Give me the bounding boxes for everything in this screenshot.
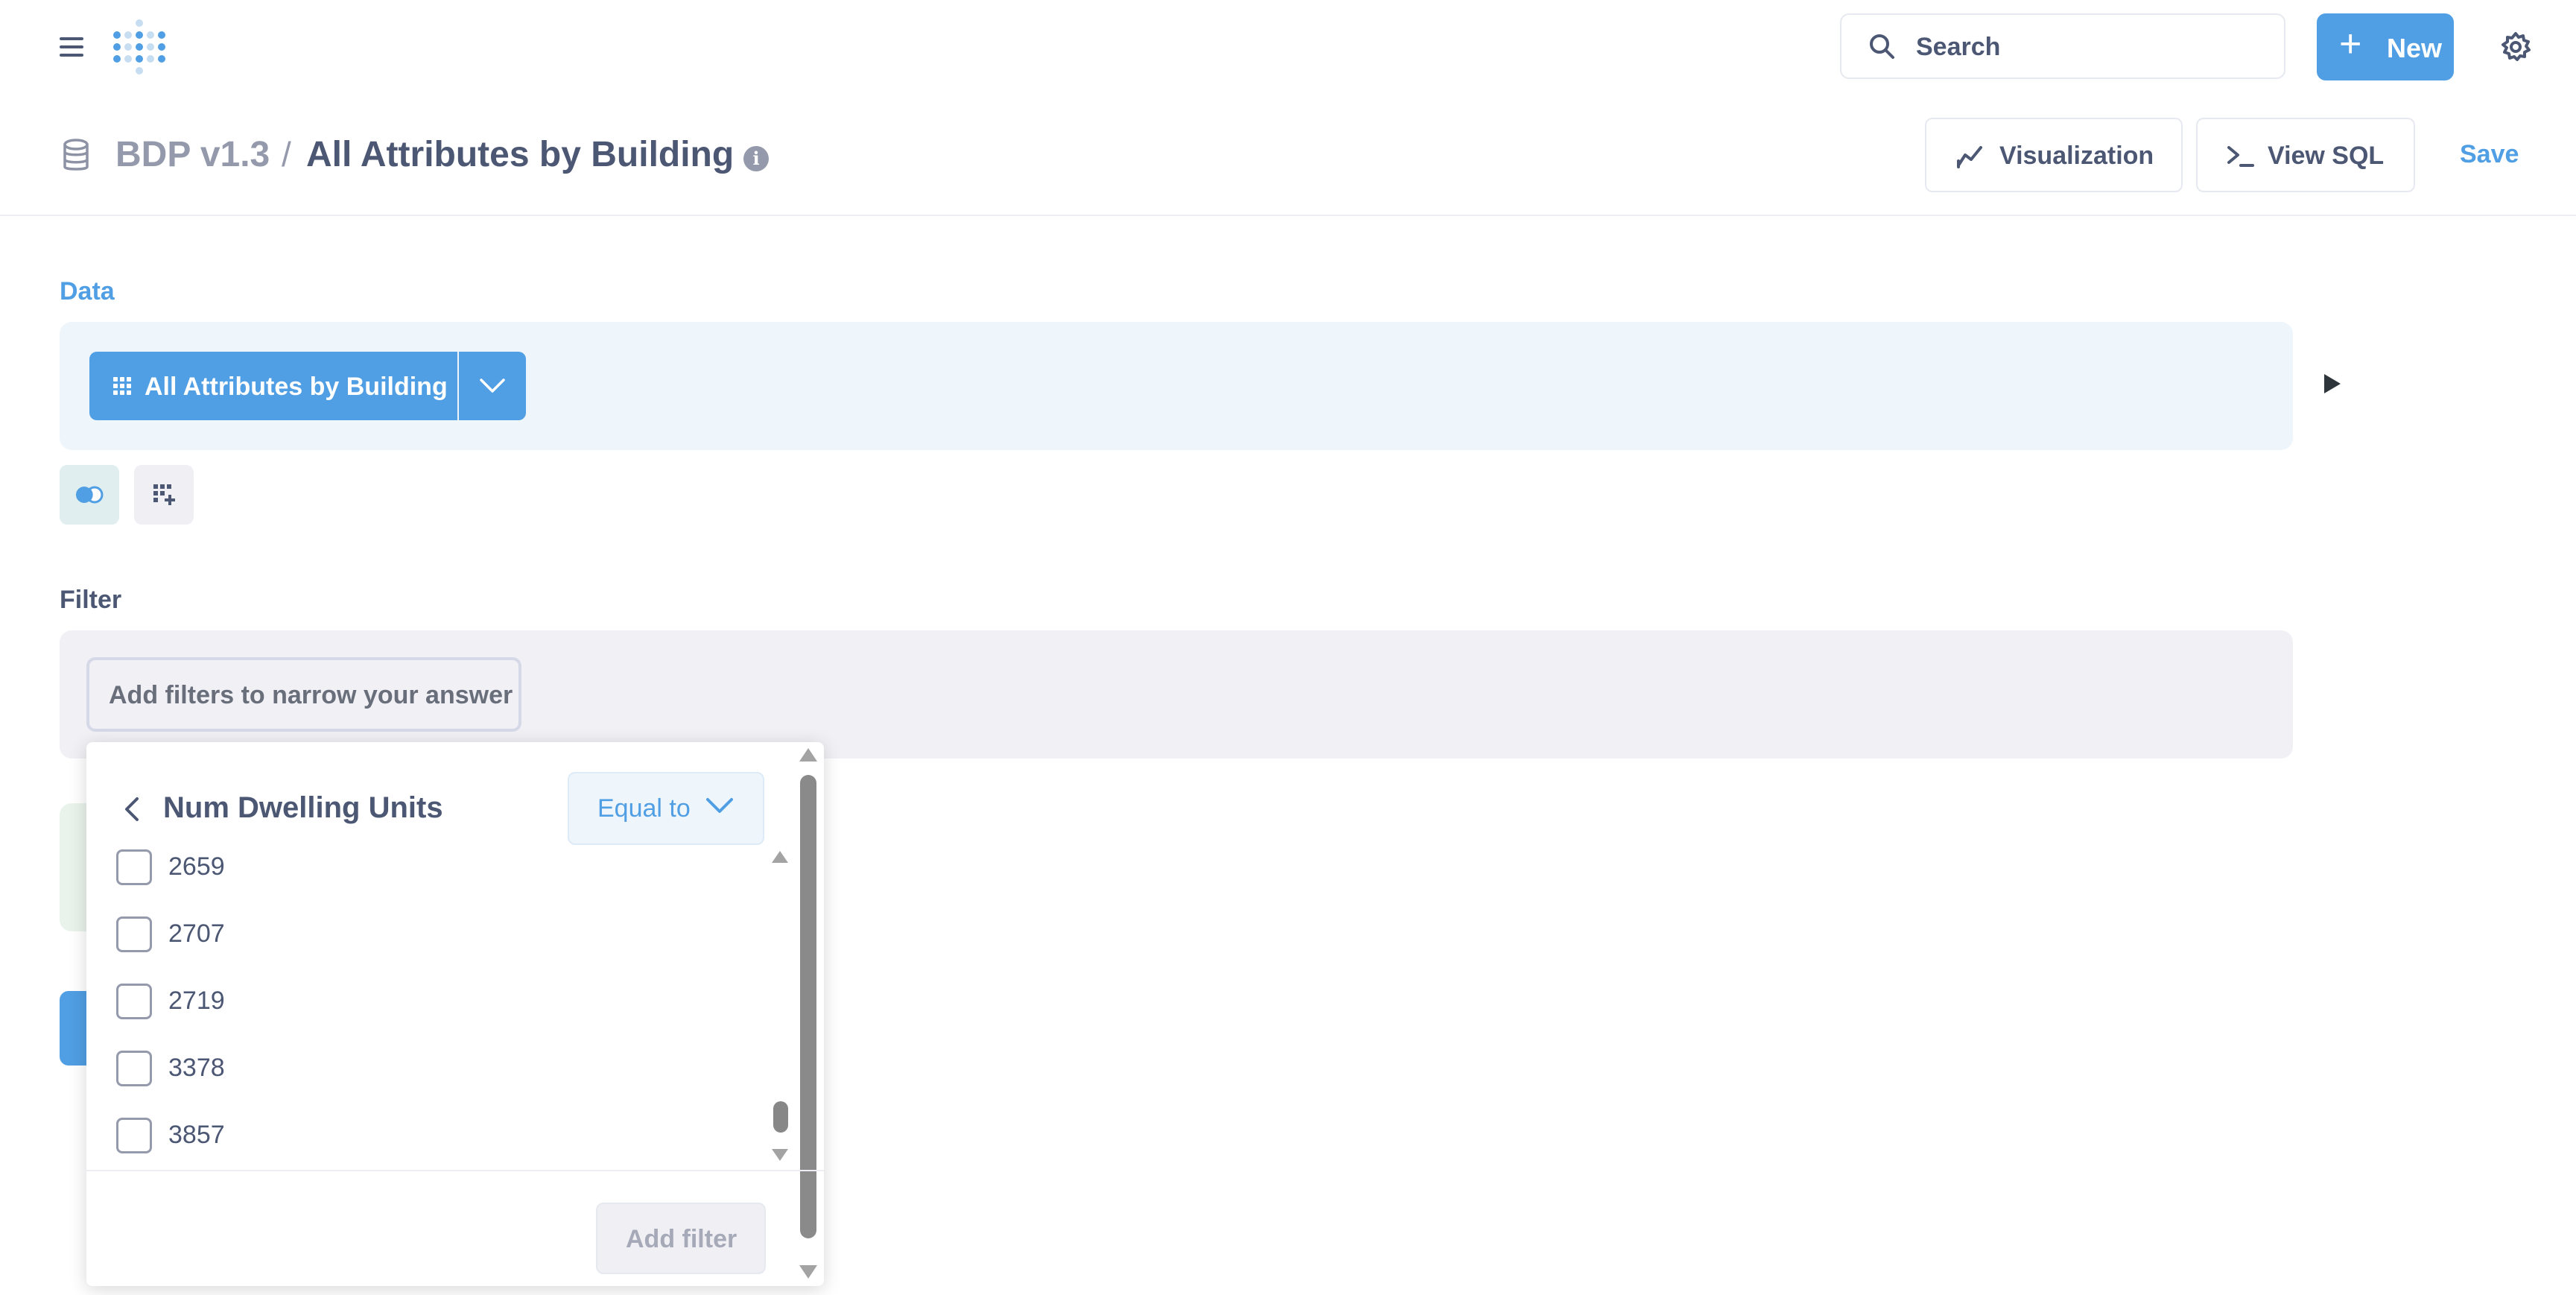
line-chart-icon <box>1957 146 1982 168</box>
visualize-button[interactable] <box>60 991 89 1066</box>
popover-scroll-up-arrow[interactable] <box>799 748 817 762</box>
value-checkbox[interactable] <box>116 984 152 1019</box>
view-sql-label: View SQL <box>2268 142 2385 170</box>
list-item[interactable]: 2707 <box>116 902 757 969</box>
chevron-down-icon <box>480 379 505 393</box>
play-icon[interactable] <box>2324 374 2341 393</box>
source-table-dropdown[interactable] <box>459 352 526 420</box>
list-item[interactable]: 2659 <box>116 835 757 902</box>
custom-column-button[interactable] <box>134 465 194 525</box>
page-title[interactable]: All Attributes by Building <box>306 134 734 175</box>
filter-section-label: Filter <box>60 586 122 614</box>
search-label: Search <box>1916 33 2001 61</box>
add-filter-label: Add filter <box>626 1225 737 1253</box>
popover-divider <box>86 1170 824 1171</box>
join-data-button[interactable] <box>60 465 119 525</box>
visualization-label: Visualization <box>1999 142 2154 170</box>
breadcrumb-separator: / <box>282 135 291 174</box>
hamburger-icon[interactable] <box>60 36 85 58</box>
terminal-icon <box>2227 146 2254 167</box>
new-button-label: New <box>2387 33 2443 63</box>
data-section-label: Data <box>60 277 115 305</box>
summarize-step-panel <box>60 803 89 931</box>
value-label: 2659 <box>168 852 225 881</box>
grid-icon <box>113 377 131 395</box>
save-button[interactable]: Save <box>2460 140 2519 169</box>
value-checkbox[interactable] <box>116 849 152 885</box>
value-label: 3378 <box>168 1054 225 1082</box>
source-table-pill[interactable]: All Attributes by Building <box>89 352 457 420</box>
value-checkbox[interactable] <box>116 916 152 952</box>
list-item[interactable]: 3857 <box>116 1103 757 1170</box>
database-icon <box>63 139 89 171</box>
value-label: 3857 <box>168 1121 225 1149</box>
chevron-down-icon <box>706 798 733 813</box>
visualization-button[interactable]: Visualization <box>1925 118 2183 192</box>
list-scroll-up-arrow[interactable] <box>772 851 788 863</box>
list-scroll-down-arrow[interactable] <box>772 1149 788 1161</box>
plus-icon: + <box>2339 22 2362 66</box>
breadcrumb-database[interactable]: BDP v1.3 <box>115 134 270 175</box>
list-scrollbar-thumb[interactable] <box>773 1101 788 1133</box>
filter-column-title[interactable]: Num Dwelling Units <box>163 791 443 825</box>
operator-label: Equal to <box>597 794 691 823</box>
add-filters-placeholder: Add filters to narrow your answer <box>109 681 513 709</box>
value-label: 2719 <box>168 987 225 1015</box>
join-icon <box>76 486 104 504</box>
chevron-left-icon[interactable] <box>119 796 146 823</box>
popover-scroll-down-arrow[interactable] <box>799 1265 817 1279</box>
popover-scrollbar-thumb[interactable] <box>800 775 816 1238</box>
add-filter-button[interactable]: Add filter <box>596 1203 766 1274</box>
header-divider <box>0 215 2576 216</box>
value-checkbox[interactable] <box>116 1118 152 1153</box>
add-filters-button[interactable]: Add filters to narrow your answer <box>86 657 521 732</box>
metabase-logo[interactable] <box>113 19 167 76</box>
view-sql-button[interactable]: View SQL <box>2196 118 2415 192</box>
gear-icon[interactable] <box>2500 31 2531 63</box>
new-button[interactable]: + New <box>2317 13 2454 80</box>
source-table-name: All Attributes by Building <box>145 373 448 401</box>
value-label: 2707 <box>168 919 225 948</box>
search-input[interactable]: Search <box>1840 13 2285 79</box>
search-icon <box>1870 34 1894 59</box>
info-icon[interactable]: i <box>743 146 769 171</box>
add-column-icon <box>153 484 175 505</box>
list-item[interactable]: 2719 <box>116 969 757 1036</box>
value-checkbox[interactable] <box>116 1051 152 1086</box>
list-item[interactable]: 3378 <box>116 1036 757 1103</box>
